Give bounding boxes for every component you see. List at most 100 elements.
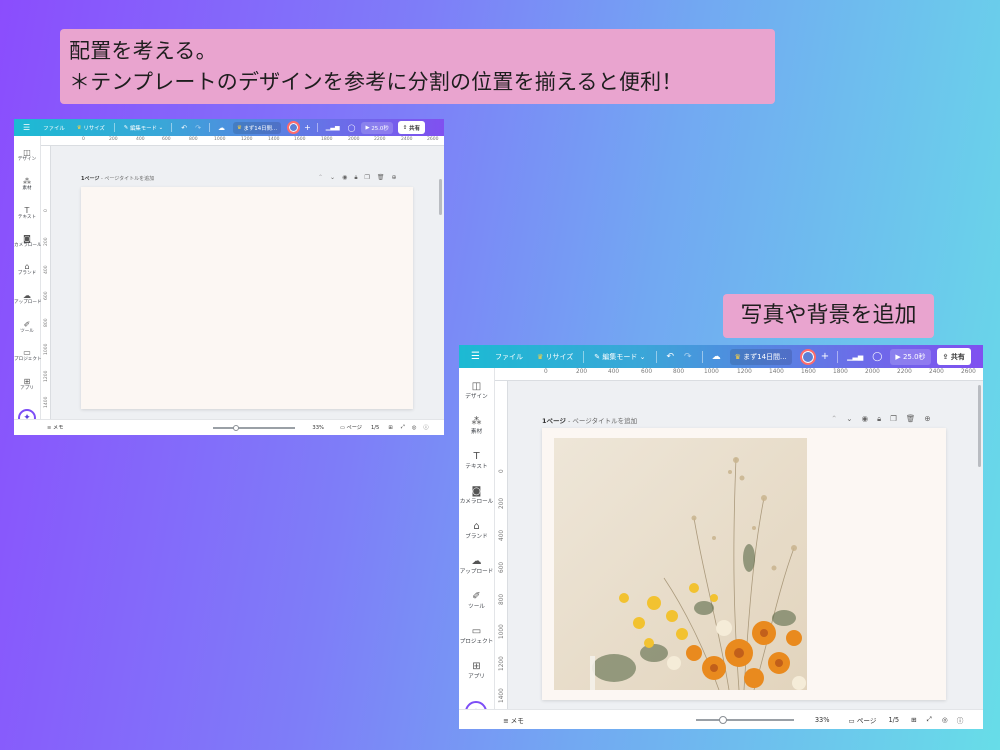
redo-icon[interactable]: ↷ — [195, 124, 201, 132]
page-count[interactable]: 1/5 — [888, 716, 899, 724]
chevron-down-icon[interactable]: ⌄ — [846, 414, 852, 424]
sidebar-item-brand[interactable]: ⌂ ブランド — [459, 521, 494, 541]
sidebar-item-apps[interactable]: ⊞ アプリ — [14, 377, 40, 392]
sidebar-item-elements[interactable]: ⁂ 素材 — [14, 177, 40, 192]
comment-icon[interactable]: ◯ — [348, 124, 356, 132]
present-button[interactable]: ▶ 25.0秒 — [890, 348, 931, 365]
lock-icon[interactable]: 🔒︎ — [354, 174, 357, 182]
eye-icon[interactable]: ◉ — [862, 414, 869, 424]
memo-button[interactable]: ≡ メモ — [47, 424, 63, 431]
redo-icon[interactable]: ↷ — [684, 352, 692, 362]
cloud-saved-icon[interactable]: ☁ — [712, 352, 721, 362]
sidebar-item-upload[interactable]: ☁ アップロード — [14, 291, 42, 306]
sidebar-item-projects[interactable]: ▭ プロジェクト — [459, 626, 494, 646]
add-page-icon[interactable]: ⊕ — [392, 174, 397, 182]
add-collaborator-icon[interactable]: + — [304, 123, 311, 132]
sidebar-item-elements[interactable]: ⁂ 素材 — [459, 416, 494, 436]
pages-button[interactable]: ▭ ページ — [848, 715, 876, 725]
insights-icon[interactable]: ▁▃▅ — [847, 353, 863, 361]
resize-button[interactable]: ♛ リサイズ — [77, 124, 105, 132]
grid-view-icon[interactable]: ⊞ — [388, 425, 392, 431]
toolbar-divider — [316, 123, 318, 132]
resize-label: リサイズ — [545, 352, 574, 361]
pages-button[interactable]: ▭ ページ — [340, 424, 362, 431]
undo-icon[interactable]: ↶ — [667, 352, 675, 362]
left-sidebar: ◫ デザイン ⁂ 素材 T テキスト ◙ カメラロール ⌂ ブランド ☁ アップロード ✐ ツ… — [14, 136, 42, 435]
sidebar-item-apps[interactable]: ⊞ アプリ — [459, 661, 494, 681]
trash-icon[interactable]: 🗑︎ — [377, 174, 385, 182]
share-button[interactable]: ⇪ 共有 — [936, 348, 971, 365]
duplicate-icon[interactable]: ❐ — [890, 414, 897, 424]
sidebar-item-tools[interactable]: ✐ ツール — [459, 591, 494, 611]
zoom-slider[interactable] — [695, 715, 794, 724]
sidebar-item-tools[interactable]: ✐ ツール — [14, 320, 40, 335]
editor-window-photo: ☰ ファイル ♛ リサイズ ✎ 編集モード ⌄ ↶ ↷ ☁ ♛ まず14日間..… — [459, 345, 983, 729]
lock-icon[interactable]: 🔒︎ — [877, 414, 881, 424]
ruler-tick: 1000 — [704, 369, 719, 375]
undo-icon[interactable]: ↶ — [181, 124, 187, 132]
sidebar-item-text[interactable]: T テキスト — [14, 206, 40, 221]
notes-icon: ≡ — [503, 716, 509, 725]
design-canvas[interactable] — [542, 428, 946, 700]
cloud-saved-icon[interactable]: ☁ — [218, 124, 225, 132]
sidebar-item-upload[interactable]: ☁ アップロード — [459, 556, 494, 576]
trash-icon[interactable]: 🗑︎ — [906, 414, 916, 424]
page-header[interactable]: 1ページ - ページタイトルを追加 — [542, 415, 637, 425]
project-title-button[interactable]: ♛ まず14日間... — [729, 348, 792, 365]
help-icon[interactable]: ⓘ — [423, 424, 428, 431]
comment-icon[interactable]: ◯ — [872, 352, 882, 362]
memo-button[interactable]: ≡ メモ — [503, 715, 524, 725]
scrollbar[interactable] — [439, 179, 442, 215]
file-menu[interactable]: ファイル — [495, 352, 523, 362]
sidebar-item-camera-roll[interactable]: ◙ カメラロール — [14, 234, 42, 249]
hamburger-icon[interactable]: ☰ — [471, 351, 480, 362]
tools-icon: ✐ — [472, 591, 481, 602]
sidebar-item-camera-roll[interactable]: ◙ カメラロール — [459, 486, 494, 506]
sidebar-item-design[interactable]: ◫ デザイン — [14, 148, 40, 163]
zoom-slider-handle[interactable] — [233, 424, 240, 431]
sidebar-item-text[interactable]: T テキスト — [459, 451, 494, 471]
share-button[interactable]: ⇪ 共有 — [397, 121, 425, 134]
fullscreen-icon[interactable]: ⤢ — [927, 715, 932, 724]
avatar[interactable] — [287, 121, 301, 134]
chevron-down-icon[interactable]: ⌄ — [330, 174, 335, 182]
edit-mode-button[interactable]: ✎ 編集モード ⌄ — [594, 352, 645, 362]
share-label: 共有 — [409, 125, 420, 132]
ruler-tick: 400 — [499, 529, 505, 541]
project-title-button[interactable]: ♛ まず14日間... — [232, 121, 282, 134]
add-page-icon[interactable]: ⊕ — [924, 414, 930, 424]
zoom-value[interactable]: 33% — [815, 716, 830, 724]
ruler-tick: 600 — [162, 137, 171, 142]
eye-icon[interactable]: ◉ — [342, 174, 347, 182]
resize-button[interactable]: ♛ リサイズ — [537, 352, 573, 362]
page-header[interactable]: 1ページ - ページタイトルを追加 — [81, 175, 154, 182]
sidebar-item-projects[interactable]: ▭ プロジェクト — [14, 348, 42, 363]
ruler-tick: 2600 — [961, 369, 976, 375]
file-menu[interactable]: ファイル — [43, 124, 65, 132]
chevron-up-icon[interactable]: ⌃ — [318, 174, 323, 182]
chevron-up-icon[interactable]: ⌃ — [831, 414, 837, 424]
hamburger-icon[interactable]: ☰ — [23, 123, 30, 132]
insights-icon[interactable]: ▁▃▅ — [326, 124, 340, 131]
present-button[interactable]: ▶ 25.0秒 — [361, 121, 393, 134]
zoom-slider[interactable] — [213, 424, 296, 431]
sidebar-item-brand[interactable]: ⌂ ブランド — [14, 262, 40, 277]
flower-bouquet-photo[interactable] — [554, 438, 807, 690]
zoom-value[interactable]: 33% — [312, 425, 324, 431]
page-count[interactable]: 1/5 — [371, 425, 379, 431]
sidebar-item-design[interactable]: ◫ デザイン — [459, 381, 494, 401]
help-icon[interactable]: ⓘ — [957, 715, 964, 725]
add-collaborator-icon[interactable]: + — [821, 351, 829, 362]
design-canvas[interactable] — [81, 187, 413, 409]
edit-mode-button[interactable]: ✎ 編集モード ⌄ — [124, 124, 163, 132]
grid-view-icon[interactable]: ⊞ — [911, 716, 917, 724]
top-toolbar: ☰ ファイル ♛ リサイズ ✎ 編集モード ⌄ ↶ ↷ ☁ ♛ まず14日間..… — [14, 119, 444, 136]
scrollbar[interactable] — [978, 385, 981, 467]
apps-icon: ⊞ — [472, 661, 481, 672]
check-icon[interactable]: ◎ — [412, 425, 417, 431]
zoom-slider-handle[interactable] — [719, 715, 728, 724]
check-icon[interactable]: ◎ — [942, 716, 948, 724]
fullscreen-icon[interactable]: ⤢ — [401, 424, 405, 431]
avatar[interactable] — [799, 348, 816, 365]
duplicate-icon[interactable]: ❐ — [365, 174, 370, 182]
